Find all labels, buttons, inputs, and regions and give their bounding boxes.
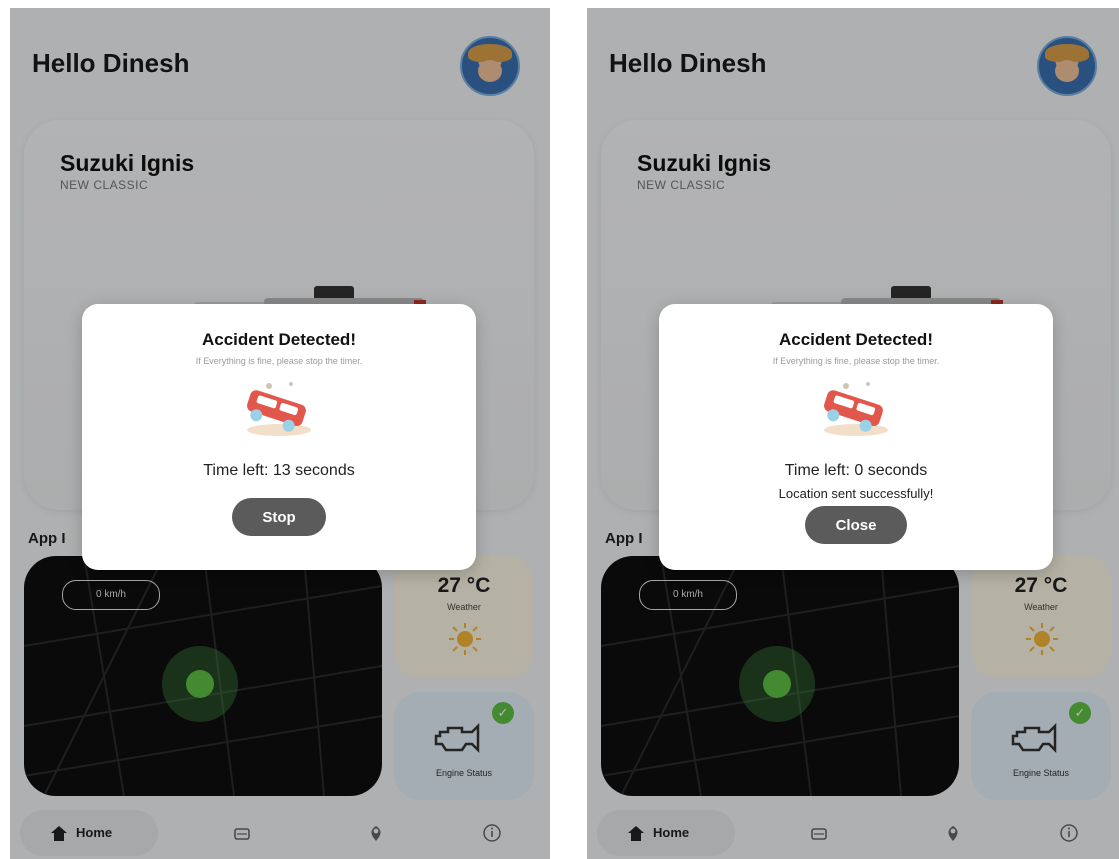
accident-dialog: Accident Detected! If Everything is fine… (82, 304, 476, 570)
phone-screen-location-sent: Hello Dinesh Suzuki Ignis NEW CLASSIC Ap… (587, 8, 1119, 859)
time-left-text: Time left: 13 seconds (203, 462, 355, 479)
stop-button[interactable]: Stop (232, 498, 326, 536)
dialog-subtitle: If Everything is fine, please stop the t… (772, 356, 940, 366)
dialog-title: Accident Detected! (779, 330, 933, 349)
time-left-text: Time left: 0 seconds (784, 462, 928, 479)
dialog-subtitle: If Everything is fine, please stop the t… (195, 356, 363, 366)
dialog-title: Accident Detected! (202, 330, 356, 349)
accident-car-illustration (824, 382, 888, 436)
accident-dialog: Accident Detected! If Everything is fine… (659, 304, 1053, 570)
phone-screen-countdown: Hello Dinesh Suzuki Ignis NEW CLASSIC Ap… (10, 8, 550, 859)
accident-car-illustration (247, 382, 311, 436)
location-sent-text: Location sent successfully! (778, 486, 934, 501)
close-button[interactable]: Close (805, 506, 907, 544)
